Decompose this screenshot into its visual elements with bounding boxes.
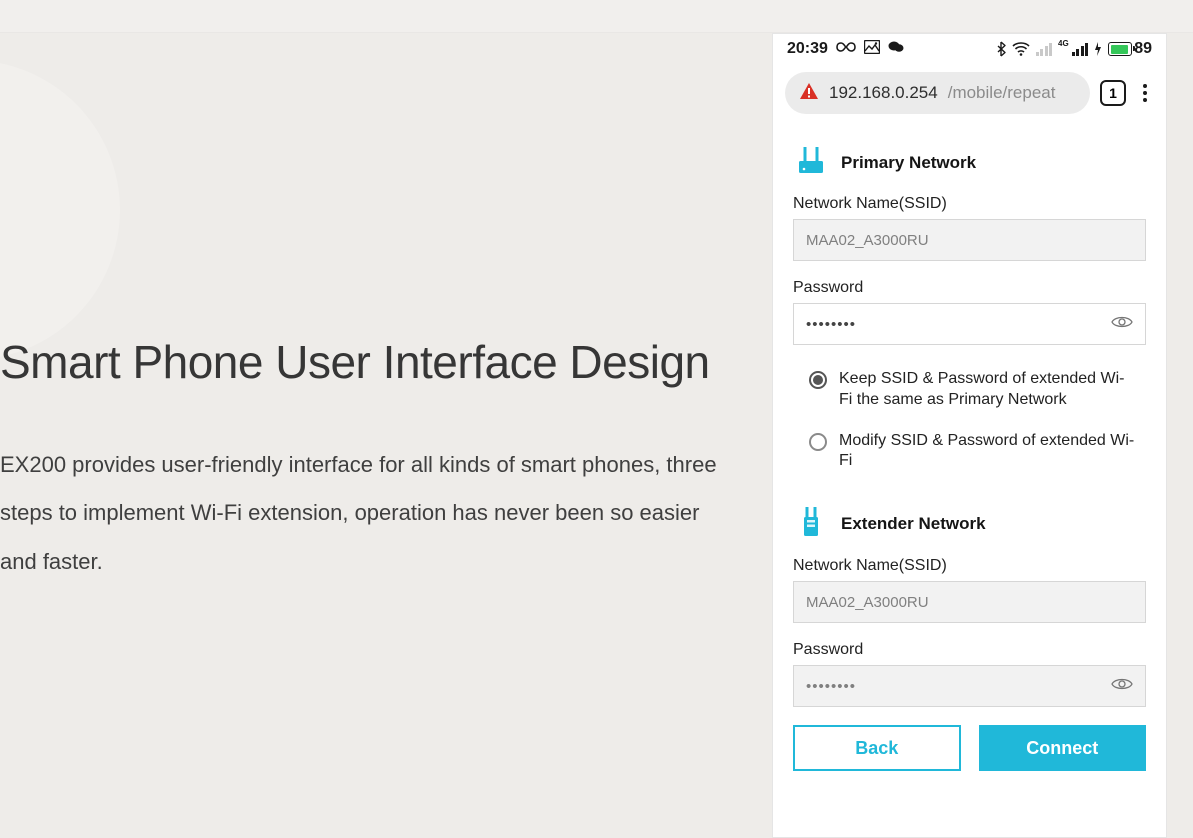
primary-ssid-label: Network Name(SSID) — [793, 195, 1146, 213]
eye-icon[interactable] — [1111, 314, 1133, 334]
primary-network-header: Primary Network — [793, 144, 1146, 181]
option-modify-label: Modify SSID & Password of extended Wi-Fi — [839, 431, 1136, 473]
browser-menu-button[interactable] — [1136, 84, 1154, 102]
chat-icon — [888, 40, 904, 59]
signal-weak-icon — [1036, 42, 1053, 56]
warning-icon — [799, 82, 819, 105]
extender-ssid-input[interactable]: MAA02_A3000RU — [793, 581, 1146, 623]
router-icon — [793, 144, 829, 181]
decorative-circle — [0, 60, 120, 360]
radio-icon — [809, 433, 827, 451]
extender-icon — [793, 504, 829, 543]
primary-network-title: Primary Network — [841, 153, 976, 173]
primary-password-value: •••••••• — [806, 316, 856, 333]
extender-network-title: Extender Network — [841, 514, 986, 534]
signal-strong-icon — [1072, 42, 1089, 56]
option-keep-label: Keep SSID & Password of extended Wi-Fi t… — [839, 369, 1136, 411]
primary-password-label: Password — [793, 279, 1146, 297]
marketing-heading: Smart Phone User Interface Design — [0, 335, 720, 389]
phone-frame: 20:39 4G — [772, 33, 1167, 838]
infinity-icon — [836, 40, 856, 58]
tab-count: 1 — [1109, 85, 1117, 101]
picture-icon — [864, 40, 880, 59]
url-path: /mobile/repeat — [948, 83, 1056, 103]
option-modify-ssid[interactable]: Modify SSID & Password of extended Wi-Fi — [809, 431, 1136, 473]
battery-percent: 89 — [1134, 40, 1152, 58]
extender-ssid-label: Network Name(SSID) — [793, 557, 1146, 575]
primary-ssid-input[interactable]: MAA02_A3000RU — [793, 219, 1146, 261]
signal-4g-label: 4G — [1058, 39, 1069, 48]
browser-toolbar: 192.168.0.254/mobile/repeat 1 — [785, 72, 1154, 114]
page-top-strip — [0, 0, 1193, 33]
url-host: 192.168.0.254 — [829, 83, 938, 103]
back-button[interactable]: Back — [793, 725, 961, 771]
bluetooth-icon — [996, 41, 1006, 57]
connect-button[interactable]: Connect — [979, 725, 1147, 771]
status-time: 20:39 — [787, 40, 828, 58]
wifi-icon — [1012, 42, 1030, 56]
tabs-button[interactable]: 1 — [1100, 80, 1126, 106]
marketing-copy: Smart Phone User Interface Design EX200 … — [0, 335, 720, 586]
radio-icon — [809, 371, 827, 389]
option-keep-ssid[interactable]: Keep SSID & Password of extended Wi-Fi t… — [809, 369, 1136, 411]
battery-indicator: 89 — [1108, 40, 1152, 58]
eye-icon[interactable] — [1111, 676, 1133, 696]
status-bar: 20:39 4G — [773, 34, 1166, 64]
battery-icon — [1108, 42, 1132, 56]
ssid-options-group: Keep SSID & Password of extended Wi-Fi t… — [793, 363, 1146, 496]
charging-icon — [1094, 42, 1102, 56]
button-row: Back Connect — [793, 725, 1146, 771]
marketing-body: EX200 provides user-friendly interface f… — [0, 441, 720, 586]
primary-password-input[interactable]: •••••••• — [793, 303, 1146, 345]
extender-network-header: Extender Network — [793, 504, 1146, 543]
extender-password-value: •••••••• — [806, 678, 856, 695]
extender-password-label: Password — [793, 641, 1146, 659]
url-bar[interactable]: 192.168.0.254/mobile/repeat — [785, 72, 1090, 114]
extender-password-input[interactable]: •••••••• — [793, 665, 1146, 707]
page-content: Primary Network Network Name(SSID) MAA02… — [773, 124, 1166, 771]
